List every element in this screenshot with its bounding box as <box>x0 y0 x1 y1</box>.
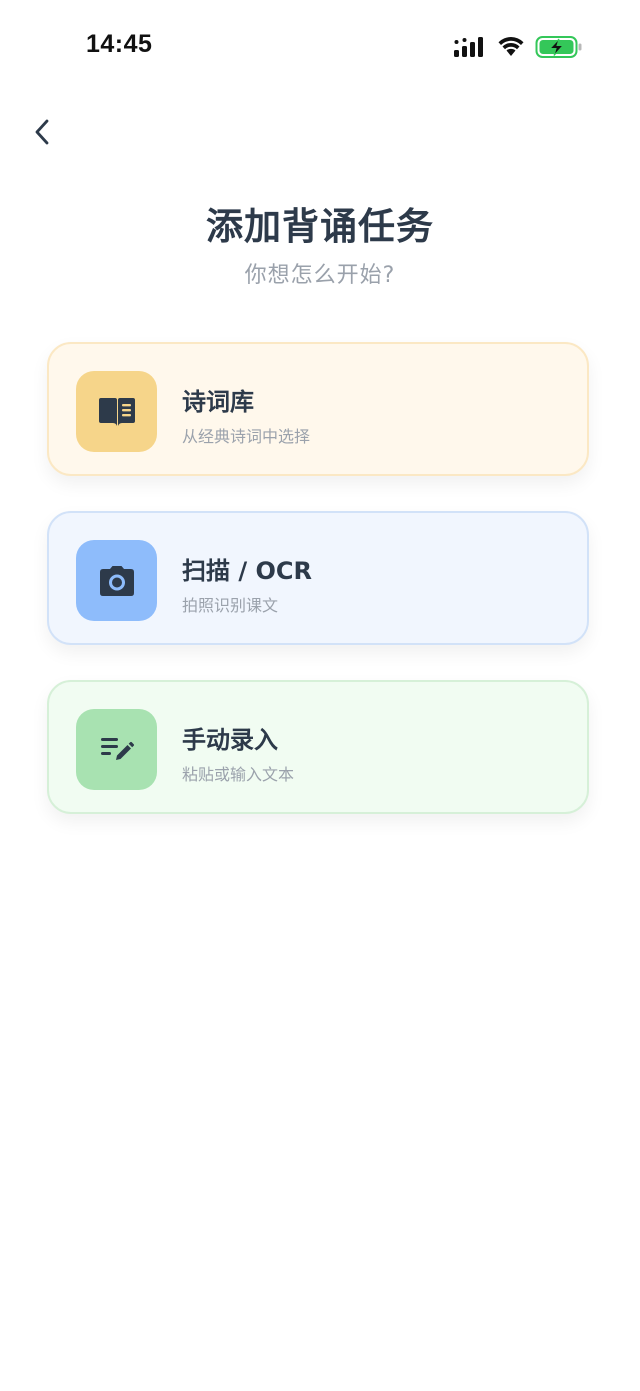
card-description: 拍照识别课文 <box>182 596 279 615</box>
back-button[interactable] <box>22 110 62 154</box>
camera-icon <box>99 565 134 596</box>
page-subtitle: 你想怎么开始? <box>244 263 396 288</box>
option-card-poetry-library[interactable]: 诗词库 从经典诗词中选择 <box>47 342 589 476</box>
card-title: 手动录入 <box>182 726 278 754</box>
card-icon-container <box>76 540 157 621</box>
page-title: 添加背诵任务 <box>206 205 434 248</box>
wifi-icon <box>498 37 524 56</box>
card-title: 诗词库 <box>182 388 254 416</box>
book-icon <box>98 397 135 426</box>
option-card-manual-entry[interactable]: 手动录入 粘贴或输入文本 <box>47 680 589 814</box>
edit-list-icon <box>100 737 134 760</box>
card-description: 从经典诗词中选择 <box>182 427 311 446</box>
battery-charging-icon <box>535 36 582 58</box>
card-title: 扫描 / OCR <box>182 557 312 585</box>
status-bar: 14:45 <box>0 0 640 96</box>
option-card-scan-ocr[interactable]: 扫描 / OCR 拍照识别课文 <box>47 511 589 645</box>
signal-icon <box>454 37 483 57</box>
status-time: 14:45 <box>86 30 153 58</box>
card-icon-container <box>76 709 157 790</box>
card-description: 粘贴或输入文本 <box>182 765 295 784</box>
chevron-left-icon <box>35 119 49 145</box>
card-icon-container <box>76 371 157 452</box>
